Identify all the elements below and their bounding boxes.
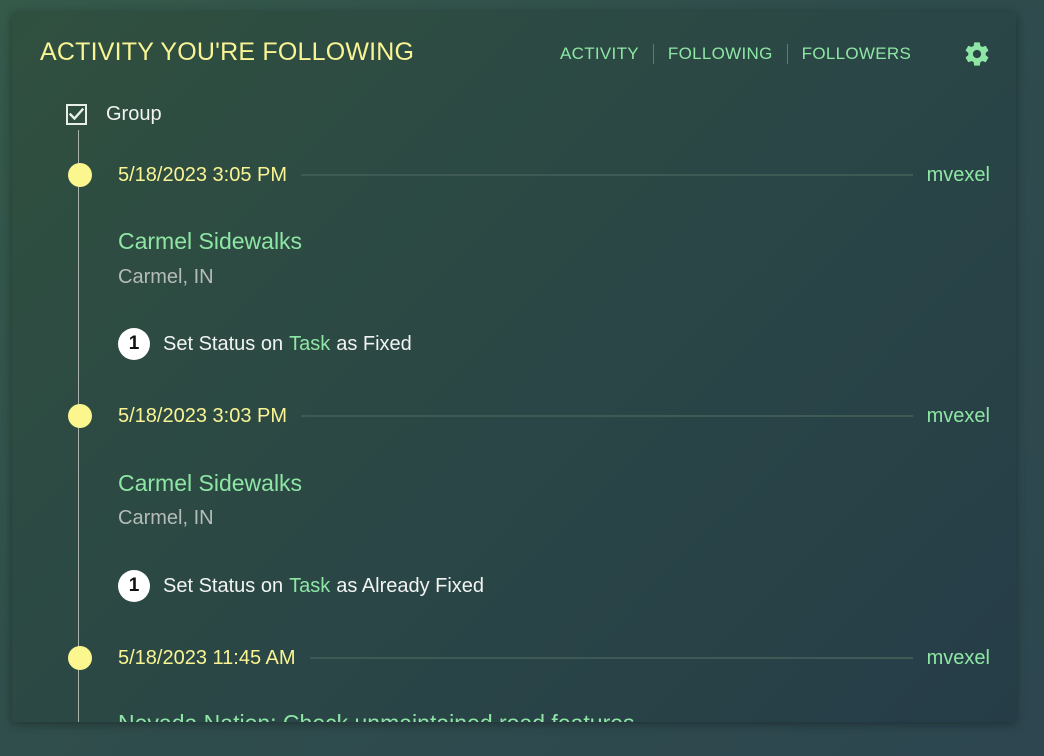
- entry-timestamp: 5/18/2023 3:05 PM: [118, 163, 288, 186]
- challenge-location: Carmel, IN: [118, 266, 214, 288]
- nav-followers[interactable]: FOLLOWERS: [802, 44, 911, 64]
- challenge-link[interactable]: Carmel Sidewalks: [118, 228, 302, 255]
- timeline-dot: [68, 404, 92, 428]
- nav-divider: [652, 44, 654, 64]
- nav-activity[interactable]: ACTIVITY: [560, 44, 639, 64]
- timeline-entry-header: 5/18/2023 11:45 AM mvexel: [68, 645, 990, 671]
- entry-divider: [301, 174, 913, 176]
- entry-divider: [309, 657, 913, 659]
- activity-action: 1 Set Status on Task as Fixed: [118, 328, 412, 360]
- entry-user-link[interactable]: mvexel: [927, 164, 990, 187]
- group-toggle[interactable]: Group: [66, 103, 162, 126]
- entry-timestamp: 5/18/2023 11:45 AM: [118, 646, 296, 669]
- task-link[interactable]: Task: [289, 575, 330, 598]
- entry-user-link[interactable]: mvexel: [927, 405, 990, 428]
- checkmark-icon: [69, 108, 84, 121]
- group-checkbox[interactable]: [66, 104, 87, 125]
- nav-following[interactable]: FOLLOWING: [668, 44, 773, 64]
- entry-user-link[interactable]: mvexel: [927, 647, 990, 670]
- activity-count-badge: 1: [118, 328, 150, 360]
- activity-nav: ACTIVITY FOLLOWING FOLLOWERS: [560, 44, 911, 64]
- action-suffix: as Fixed: [336, 332, 412, 355]
- action-suffix: as Already Fixed: [336, 574, 485, 597]
- activity-action: 1 Set Status on Task as Already Fixed: [118, 570, 484, 602]
- action-prefix: Set Status on: [163, 574, 284, 597]
- entry-timestamp: 5/18/2023 3:03 PM: [118, 404, 288, 427]
- task-link[interactable]: Task: [289, 333, 330, 356]
- activity-count-badge: 1: [118, 570, 150, 602]
- page-title: ACTIVITY YOU'RE FOLLOWING: [40, 38, 415, 66]
- challenge-location: Carmel, IN: [118, 507, 214, 529]
- action-prefix: Set Status on: [163, 332, 284, 355]
- timeline-dot: [68, 646, 92, 670]
- gear-icon[interactable]: [963, 40, 991, 68]
- timeline-entry-header: 5/18/2023 3:05 PM mvexel: [68, 162, 990, 188]
- nav-divider: [786, 44, 788, 64]
- challenge-link[interactable]: Nevada Nation: Check unmaintained road f…: [118, 710, 635, 722]
- timeline-entry-header: 5/18/2023 3:03 PM mvexel: [68, 403, 990, 429]
- group-label: Group: [106, 103, 162, 125]
- activity-panel: ACTIVITY YOU'RE FOLLOWING ACTIVITY FOLLO…: [12, 12, 1016, 722]
- challenge-link[interactable]: Carmel Sidewalks: [118, 470, 302, 497]
- entry-divider: [301, 415, 913, 417]
- timeline-dot: [68, 163, 92, 187]
